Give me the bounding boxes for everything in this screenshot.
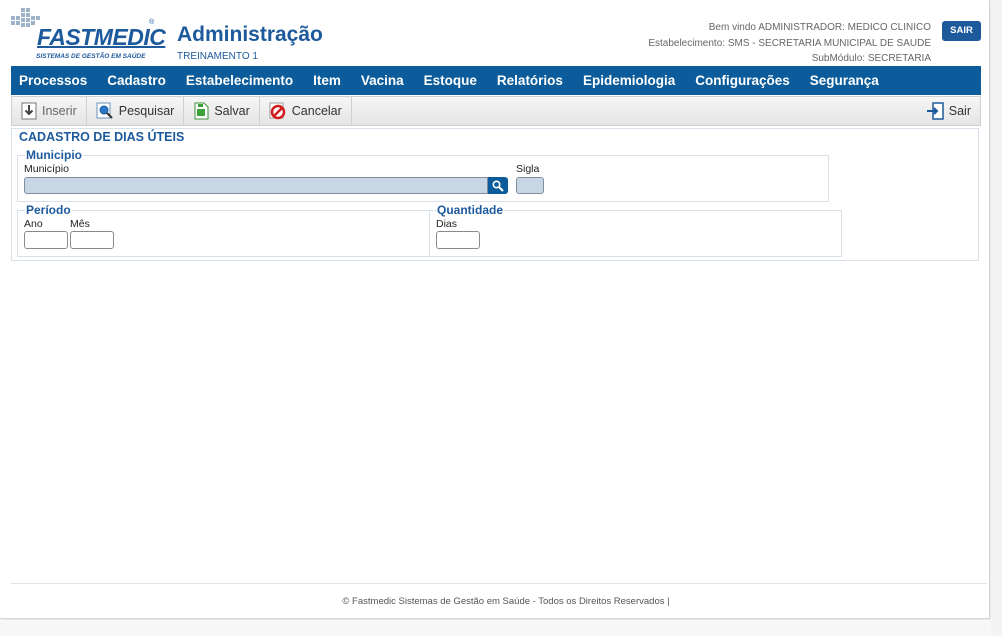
user-info: Bem vindo ADMINISTRADOR: MEDICO CLINICO … bbox=[648, 20, 931, 67]
mes-input[interactable] bbox=[70, 231, 114, 249]
menu-item-estabelecimento[interactable]: Estabelecimento bbox=[176, 73, 303, 88]
cancel-button[interactable]: Cancelar bbox=[260, 97, 352, 125]
footer-divider bbox=[11, 583, 987, 584]
municipio-legend: Municipio bbox=[25, 148, 83, 162]
municipio-label: Município bbox=[24, 163, 69, 175]
menu-item-epidemiologia[interactable]: Epidemiologia bbox=[573, 73, 685, 88]
page-title: Administração bbox=[177, 23, 323, 46]
dias-label: Dias bbox=[436, 218, 458, 230]
welcome-text: Bem vindo ADMINISTRADOR: MEDICO CLINICO bbox=[708, 22, 931, 33]
exit-button[interactable]: Sair bbox=[917, 97, 980, 125]
form-title: CADASTRO DE DIAS ÚTEIS bbox=[19, 130, 185, 144]
submodule-text: SubMódulo: SECRETARIA bbox=[811, 53, 931, 64]
save-label: Salvar bbox=[214, 104, 250, 118]
municipio-search-button[interactable] bbox=[488, 177, 508, 194]
menu-item-relatorios[interactable]: Relatórios bbox=[487, 73, 573, 88]
ano-label: Ano bbox=[24, 218, 43, 230]
menu-item-estoque[interactable]: Estoque bbox=[414, 73, 487, 88]
periodo-legend: Período bbox=[25, 203, 72, 217]
quantidade-fieldset: Quantidade Dias bbox=[429, 203, 842, 257]
logo-wordmark: FASTMEDIC bbox=[37, 24, 166, 50]
menu-item-vacina[interactable]: Vacina bbox=[351, 73, 414, 88]
fastmedic-logo: FASTMEDIC ® SISTEMAS DE GESTÃO EM SAÚDE bbox=[11, 8, 166, 64]
magnifier-icon bbox=[492, 179, 504, 192]
ano-input[interactable] bbox=[24, 231, 68, 249]
insert-button[interactable]: Inserir bbox=[12, 97, 87, 125]
sigla-label: Sigla bbox=[516, 163, 540, 175]
menu-item-seguranca[interactable]: Segurança bbox=[800, 73, 889, 88]
exit-door-icon bbox=[926, 102, 944, 120]
sigla-input[interactable] bbox=[516, 177, 544, 194]
periodo-fieldset: Período Ano Mês bbox=[17, 203, 430, 257]
search-button[interactable]: Pesquisar bbox=[87, 97, 185, 125]
window-scroll-gutter bbox=[991, 0, 1002, 636]
quantidade-legend: Quantidade bbox=[436, 203, 505, 217]
establishment-text: Estabelecimento: SMS - SECRETARIA MUNICI… bbox=[648, 37, 931, 49]
cancel-label: Cancelar bbox=[291, 104, 342, 118]
mes-label: Mês bbox=[70, 218, 90, 230]
logo-registered-mark: ® bbox=[149, 19, 155, 26]
save-icon bbox=[194, 102, 209, 120]
municipio-input[interactable] bbox=[24, 177, 488, 194]
logout-button[interactable]: SAIR bbox=[942, 21, 981, 41]
action-toolbar: Inserir Pesquisar Salvar Cancelar Sair bbox=[11, 96, 981, 126]
menu-item-cadastro[interactable]: Cadastro bbox=[97, 73, 176, 88]
save-button[interactable]: Salvar bbox=[184, 97, 260, 125]
main-menu: Processos Cadastro Estabelecimento Item … bbox=[11, 66, 981, 95]
menu-item-processos[interactable]: Processos bbox=[11, 73, 97, 88]
menu-item-item[interactable]: Item bbox=[303, 73, 351, 88]
footer-copyright: © Fastmedic Sistemas de Gestão em Saúde … bbox=[342, 596, 670, 607]
cancel-icon bbox=[269, 102, 286, 120]
window-bottom-gutter bbox=[0, 620, 991, 636]
search-document-icon bbox=[96, 102, 113, 119]
dias-input[interactable] bbox=[436, 231, 480, 249]
insert-icon bbox=[21, 102, 37, 120]
page-subtitle: TREINAMENTO 1 bbox=[177, 51, 258, 62]
municipio-fieldset: Municipio Município Sigla bbox=[17, 148, 829, 202]
logo-tagline: SISTEMAS DE GESTÃO EM SAÚDE bbox=[36, 53, 146, 60]
search-label: Pesquisar bbox=[118, 104, 175, 118]
dias-uteis-form: CADASTRO DE DIAS ÚTEIS Municipio Municíp… bbox=[11, 128, 979, 261]
exit-label: Sair bbox=[948, 104, 971, 118]
insert-label: Inserir bbox=[42, 104, 77, 118]
menu-item-configuracoes[interactable]: Configurações bbox=[685, 73, 800, 88]
